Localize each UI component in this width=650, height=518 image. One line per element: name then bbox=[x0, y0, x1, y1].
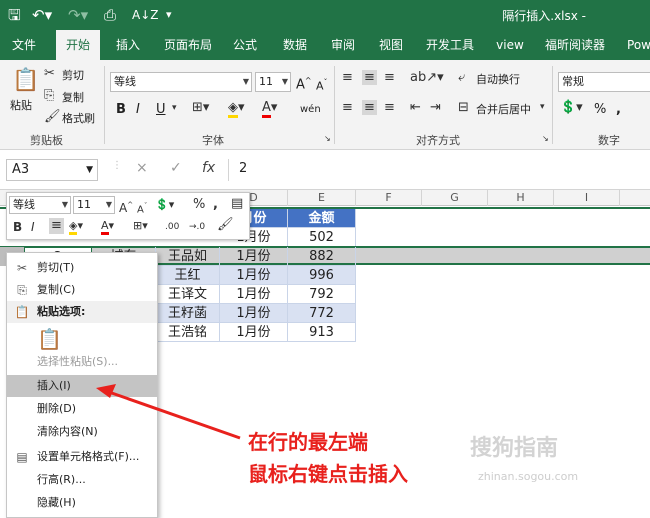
watermark-url: zhinan.sogou.com bbox=[478, 470, 579, 483]
annotation-line-1: 在行的最左端 bbox=[248, 430, 368, 454]
watermark-logo: 搜狗指南 bbox=[470, 436, 559, 461]
annotation-line-2: 鼠标右键点击插入 bbox=[248, 462, 408, 486]
